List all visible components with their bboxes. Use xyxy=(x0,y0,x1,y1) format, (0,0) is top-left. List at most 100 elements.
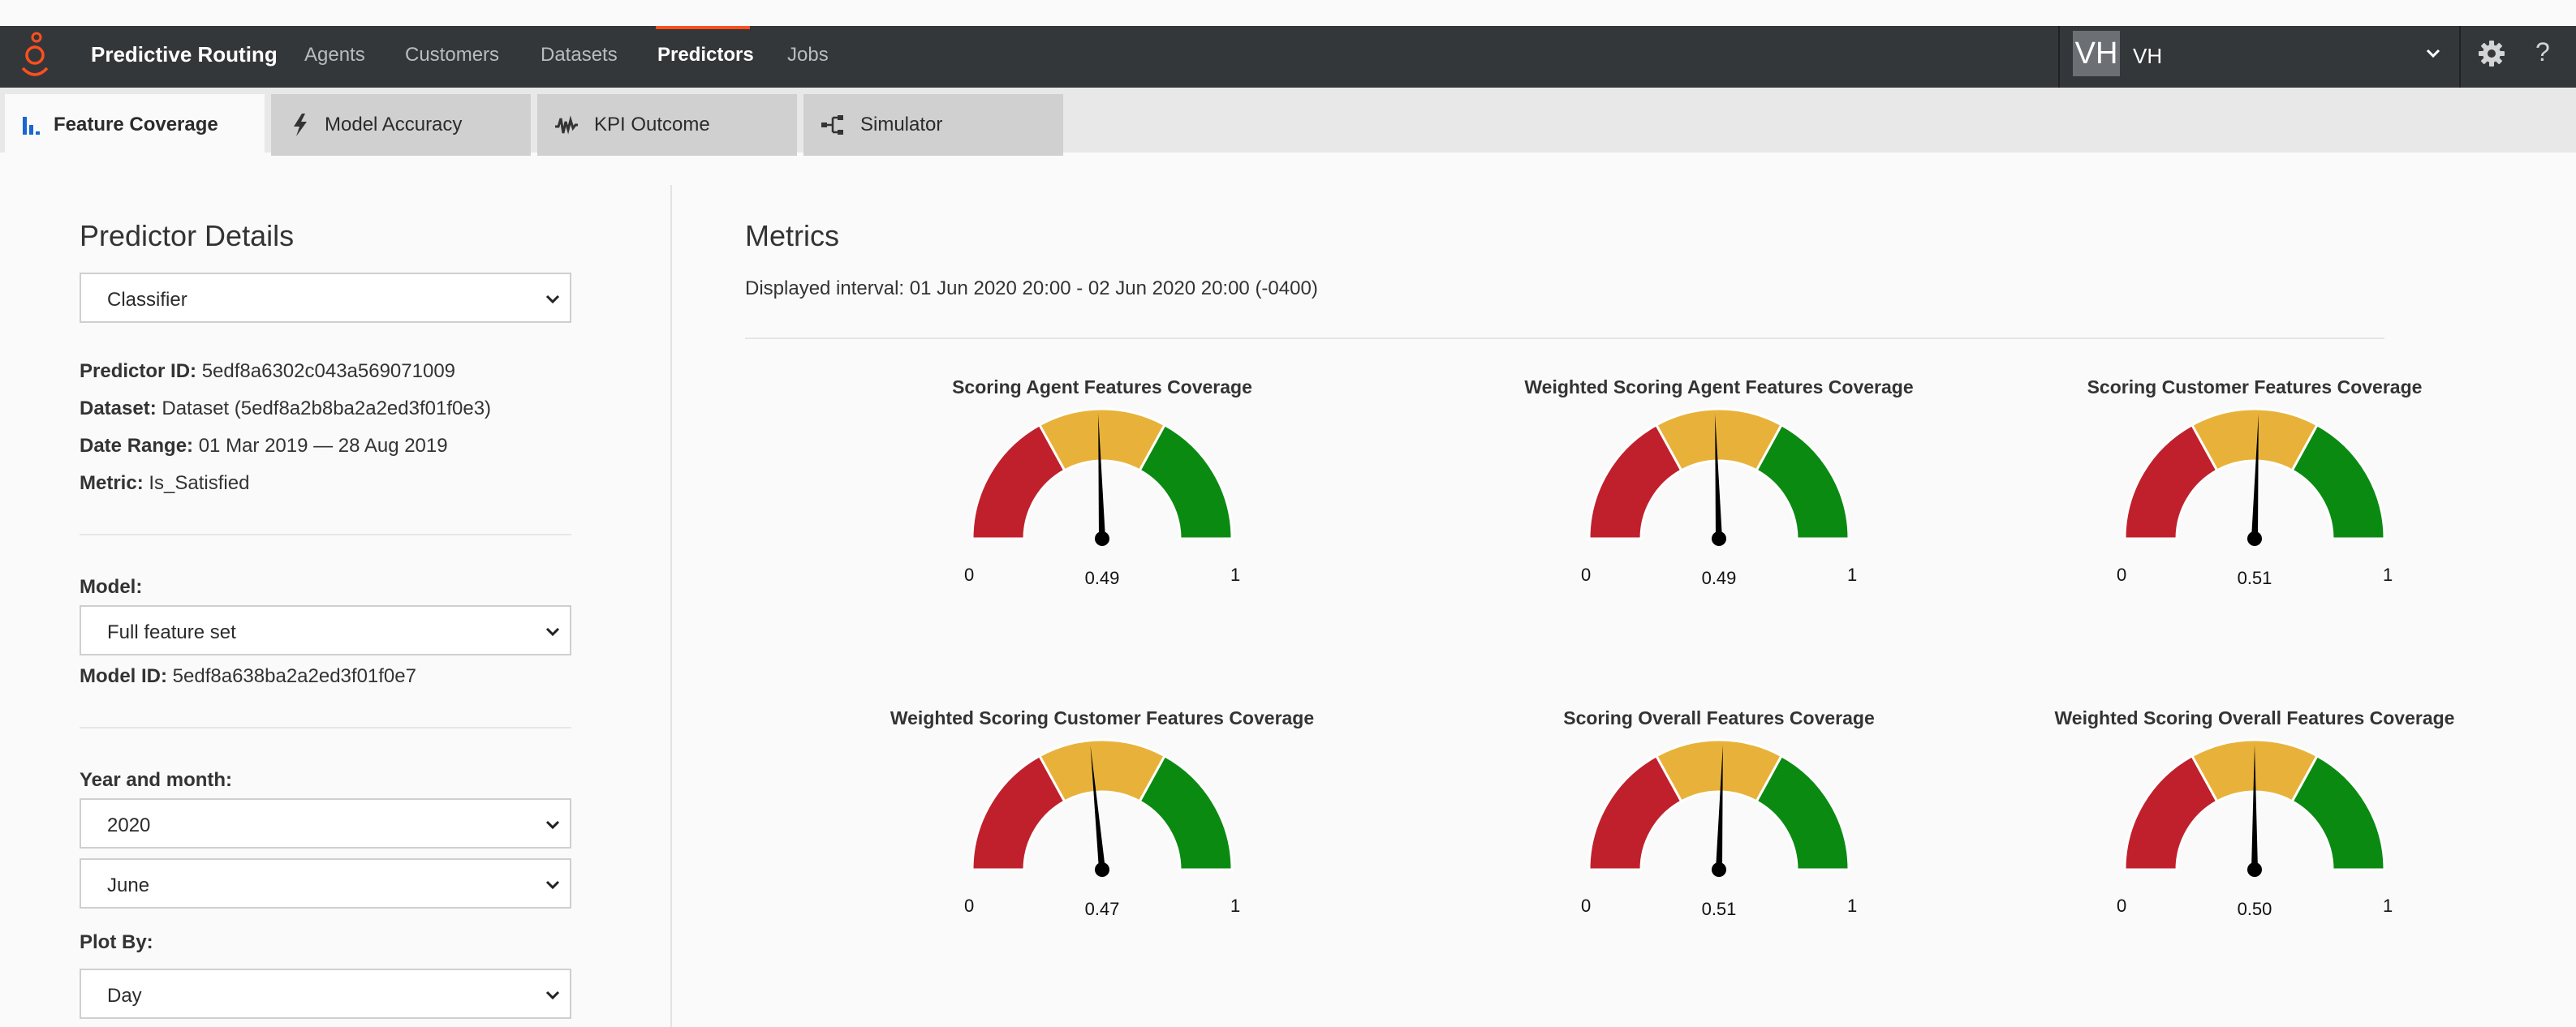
dataset-value: Dataset (5edf8a2b8ba2a2ed3f01f0e3) xyxy=(162,397,492,419)
gauge-needle-hub xyxy=(1095,531,1109,546)
tab-bar: Feature Coverage Model Accuracy KPI Outc… xyxy=(0,88,2576,156)
nav-customers[interactable]: Customers xyxy=(405,44,499,67)
displayed-interval: Displayed interval: 01 Jun 2020 20:00 - … xyxy=(745,277,1318,299)
top-nav-bar: Predictive Routing Agents Customers Data… xyxy=(0,26,2576,88)
gauge-card: Weighted Scoring Customer Features Cover… xyxy=(786,707,1419,967)
gauge-value-label: 0.49 xyxy=(1701,568,1737,588)
nav-jobs[interactable]: Jobs xyxy=(787,44,829,67)
predictor-date-range: Date Range: 01 Mar 2019 — 28 Aug 2019 xyxy=(80,435,448,458)
gauge-needle-hub xyxy=(2247,531,2262,546)
chevron-down-icon xyxy=(545,294,560,304)
model-label: Model: xyxy=(80,576,143,598)
app-title[interactable]: Predictive Routing xyxy=(91,42,278,67)
predictor-metric: Metric: Is_Satisfied xyxy=(80,472,249,495)
chevron-down-icon[interactable] xyxy=(2423,44,2443,63)
user-name[interactable]: VH xyxy=(2133,44,2162,69)
gauge-dial xyxy=(1587,738,1850,877)
gauge-min-label: 0 xyxy=(2117,565,2127,585)
gauge-card: Scoring Agent Features Coverage 0 0.49 1 xyxy=(786,376,1419,636)
gauge-card: Scoring Customer Features Coverage 0 0.5… xyxy=(1938,376,2571,636)
user-menu-divider xyxy=(2058,26,2060,88)
tab-label: KPI Outcome xyxy=(594,114,710,135)
select-value: Day xyxy=(107,985,142,1007)
gauge-needle-hub xyxy=(1095,862,1109,877)
gauge-title: Scoring Customer Features Coverage xyxy=(2087,376,2423,397)
tab-label: Simulator xyxy=(860,114,943,135)
gauge-value-label: 0.49 xyxy=(1084,568,1120,588)
gauge-value-label: 0.51 xyxy=(1701,899,1737,919)
nav-datasets[interactable]: Datasets xyxy=(541,44,618,67)
select-value: 2020 xyxy=(107,814,151,836)
chevron-down-icon xyxy=(545,990,560,1000)
gauge-value-label: 0.50 xyxy=(2237,899,2272,919)
gauge-max-label: 1 xyxy=(2383,896,2393,916)
gauge-value-label: 0.51 xyxy=(2237,568,2272,588)
flow-icon xyxy=(821,115,843,135)
tab-feature-coverage[interactable]: Feature Coverage xyxy=(5,94,265,156)
chevron-down-icon xyxy=(545,627,560,637)
dataset-label: Dataset: xyxy=(80,397,157,419)
gauge-title: Weighted Scoring Customer Features Cover… xyxy=(890,707,1315,728)
divider xyxy=(80,727,571,728)
plot-by-label: Plot By: xyxy=(80,931,153,953)
avatar[interactable]: VH xyxy=(2073,31,2120,76)
date-range-label: Date Range: xyxy=(80,435,194,457)
gauge-min-label: 0 xyxy=(1581,896,1592,916)
gauge-dial xyxy=(971,407,1234,546)
metric-label: Metric: xyxy=(80,472,144,494)
predictor-dataset: Dataset: Dataset (5edf8a2b8ba2a2ed3f01f0… xyxy=(80,397,491,420)
gauge-needle-hub xyxy=(2247,862,2262,877)
gauge-max-label: 1 xyxy=(1230,565,1241,585)
month-select[interactable]: June xyxy=(80,858,571,909)
predictor-type-select[interactable]: Classifier xyxy=(80,273,571,323)
nav-predictors[interactable]: Predictors xyxy=(657,44,754,67)
tab-label: Feature Coverage xyxy=(54,114,218,135)
panel-divider xyxy=(670,185,672,1027)
tab-label: Model Accuracy xyxy=(325,114,463,135)
nav-agents[interactable]: Agents xyxy=(304,44,365,67)
gauge-title: Weighted Scoring Overall Features Covera… xyxy=(2054,707,2455,728)
lightning-icon xyxy=(294,114,307,136)
select-value: Classifier xyxy=(107,289,187,311)
chevron-down-icon xyxy=(545,820,560,830)
gauge-min-label: 0 xyxy=(1581,565,1592,585)
gauge-min-label: 0 xyxy=(2117,896,2127,916)
gauge-needle-hub xyxy=(1712,531,1726,546)
select-value: Full feature set xyxy=(107,621,236,643)
help-icon[interactable]: ? xyxy=(2535,37,2550,67)
predictor-id: Predictor ID: 5edf8a6302c043a569071009 xyxy=(80,360,455,383)
predictor-details-title: Predictor Details xyxy=(80,219,295,252)
tab-simulator[interactable]: Simulator xyxy=(803,94,1063,156)
date-range-value: 01 Mar 2019 — 28 Aug 2019 xyxy=(198,435,448,457)
gauge-dial xyxy=(971,738,1234,877)
model-id: Model ID: 5edf8a638ba2a2ed3f01f0e7 xyxy=(80,665,416,688)
gauge-dial xyxy=(2123,738,2386,877)
waveform-icon xyxy=(555,115,578,135)
gauge-max-label: 1 xyxy=(2383,565,2393,585)
gauge-max-label: 1 xyxy=(1847,896,1858,916)
year-month-label: Year and month: xyxy=(80,769,233,791)
model-select[interactable]: Full feature set xyxy=(80,605,571,655)
year-select[interactable]: 2020 xyxy=(80,798,571,849)
gauge-card: Weighted Scoring Overall Features Covera… xyxy=(1938,707,2571,967)
metrics-title: Metrics xyxy=(745,219,839,252)
gear-icon[interactable] xyxy=(2477,39,2506,68)
predictor-id-label: Predictor ID: xyxy=(80,360,197,382)
gauge-max-label: 1 xyxy=(1230,896,1241,916)
gauge-title: Scoring Agent Features Coverage xyxy=(952,376,1252,397)
bar-chart-icon xyxy=(23,117,40,135)
plot-by-select[interactable]: Day xyxy=(80,969,571,1019)
divider xyxy=(745,337,2384,339)
gauge-max-label: 1 xyxy=(1847,565,1858,585)
settings-divider xyxy=(2459,26,2461,88)
gauge-dial xyxy=(1587,407,1850,546)
model-id-value: 5edf8a638ba2a2ed3f01f0e7 xyxy=(172,665,416,687)
tab-model-accuracy[interactable]: Model Accuracy xyxy=(271,94,531,156)
tab-kpi-outcome[interactable]: KPI Outcome xyxy=(537,94,797,156)
divider xyxy=(80,534,571,535)
select-value: June xyxy=(107,874,150,896)
genesys-logo-icon[interactable] xyxy=(15,31,55,83)
gauge-value-label: 0.47 xyxy=(1084,899,1120,919)
predictor-id-value: 5edf8a6302c043a569071009 xyxy=(201,360,456,382)
chevron-down-icon xyxy=(545,880,560,890)
